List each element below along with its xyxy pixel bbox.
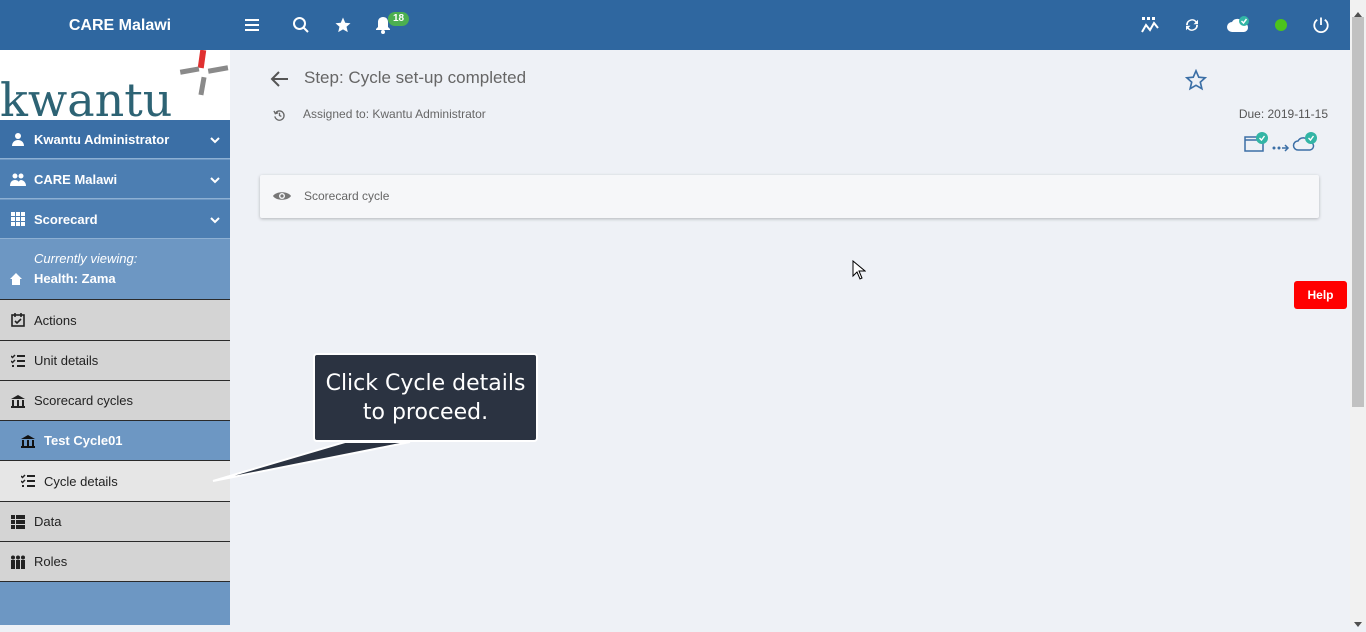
building-icon bbox=[19, 432, 37, 450]
dots-connector-icon bbox=[1272, 139, 1290, 157]
eye-icon[interactable] bbox=[272, 189, 292, 208]
mouse-cursor-icon bbox=[852, 259, 867, 285]
sidebar-item-test-cycle01[interactable]: Test Cycle01 bbox=[0, 421, 230, 461]
sidebar-item-label: Kwantu Administrator bbox=[34, 131, 170, 147]
assigned-to: Assigned to: Kwantu Administrator bbox=[303, 107, 486, 121]
history-icon bbox=[273, 109, 286, 127]
back-arrow-icon[interactable] bbox=[270, 70, 290, 93]
folder-check-icon bbox=[1244, 132, 1270, 157]
building-icon bbox=[9, 392, 27, 410]
currently-viewing-panel: Currently viewing: Health: Zama bbox=[0, 239, 230, 300]
star-icon[interactable] bbox=[331, 13, 355, 37]
users-icon bbox=[9, 170, 27, 188]
sidebar-item-cycle-details[interactable]: Cycle details bbox=[0, 461, 230, 502]
sidebar-item-kwantu-administrator[interactable]: Kwantu Administrator bbox=[0, 120, 230, 159]
sidebar-item-care-malawi[interactable]: CARE Malawi bbox=[0, 160, 230, 199]
calendar-check-icon bbox=[9, 311, 27, 329]
sidebar-item-unit-details[interactable]: Unit details bbox=[0, 341, 230, 381]
sidebar-item-roles[interactable]: Roles bbox=[0, 542, 230, 582]
scrollbar-thumb[interactable] bbox=[1352, 17, 1364, 407]
sync-icon[interactable] bbox=[1180, 13, 1204, 37]
callout-line-2: to proceed. bbox=[362, 400, 489, 425]
sidebar-item-label: Data bbox=[34, 514, 62, 529]
vertical-scrollbar[interactable] bbox=[1350, 0, 1366, 627]
kwantu-logo: kwantu bbox=[0, 50, 230, 120]
power-icon[interactable] bbox=[1309, 13, 1333, 37]
viewing-value: Health: Zama bbox=[34, 271, 116, 286]
checklist-icon bbox=[9, 352, 27, 370]
scroll-down-icon[interactable] bbox=[1354, 614, 1362, 632]
people-icon bbox=[9, 553, 27, 571]
sidebar-item-label: Scorecard bbox=[34, 211, 98, 227]
tutorial-callout: Click Cycle details to proceed. bbox=[313, 353, 538, 442]
favorite-star-icon[interactable] bbox=[1184, 68, 1208, 96]
list-icon bbox=[9, 513, 27, 531]
home-icon bbox=[9, 272, 23, 289]
sidebar-item-label: CARE Malawi bbox=[34, 171, 118, 187]
grid-icon bbox=[9, 210, 27, 228]
callout-line-1: Click Cycle details bbox=[325, 371, 526, 396]
sidebar-item-label: Test Cycle01 bbox=[44, 433, 123, 448]
checklist-icon bbox=[19, 472, 37, 490]
app-title: CARE Malawi bbox=[68, 17, 172, 34]
sidebar-item-label: Actions bbox=[34, 312, 77, 328]
sidebar-item-data[interactable]: Data bbox=[0, 502, 230, 542]
page-title: Step: Cycle set-up completed bbox=[304, 68, 527, 87]
viewing-caption: Currently viewing: bbox=[34, 251, 138, 266]
due-date: Due: 2019-11-15 bbox=[1238, 107, 1328, 121]
sidebar-item-label: Unit details bbox=[34, 353, 99, 368]
sidebar-item-actions[interactable]: Actions bbox=[0, 300, 230, 341]
cloud-check-icon bbox=[1292, 132, 1318, 157]
sidebar-item-label: Scorecard cycles bbox=[34, 393, 133, 408]
chevron-down-icon bbox=[210, 212, 220, 227]
analytics-icon[interactable] bbox=[1138, 13, 1162, 37]
sidebar-item-label: Roles bbox=[34, 554, 68, 569]
cloud-check-icon[interactable] bbox=[1226, 13, 1250, 37]
sidebar-item-label: Cycle details bbox=[44, 473, 118, 489]
help-button[interactable]: Help bbox=[1294, 281, 1347, 309]
scorecard-cycle-card[interactable]: Scorecard cycle bbox=[260, 175, 1319, 218]
sidebar: kwantu Kwantu Administrator CARE Malawi … bbox=[0, 50, 230, 625]
sidebar-item-scorecard-cycles[interactable]: Scorecard cycles bbox=[0, 381, 230, 421]
online-status-icon bbox=[1275, 19, 1287, 31]
search-icon[interactable] bbox=[289, 13, 313, 37]
menu-icon[interactable] bbox=[241, 13, 265, 37]
svg-text:kwantu: kwantu bbox=[0, 73, 172, 120]
top-bar: CARE Malawi 18 bbox=[0, 0, 1350, 50]
chevron-down-icon bbox=[210, 172, 220, 187]
card-label: Scorecard cycle bbox=[304, 189, 390, 203]
notification-badge: 18 bbox=[388, 12, 410, 26]
user-icon bbox=[9, 130, 27, 148]
sidebar-item-scorecard[interactable]: Scorecard bbox=[0, 200, 230, 239]
chevron-down-icon bbox=[210, 132, 220, 147]
main-content: Step: Cycle set-up completed Assigned to… bbox=[230, 50, 1350, 625]
